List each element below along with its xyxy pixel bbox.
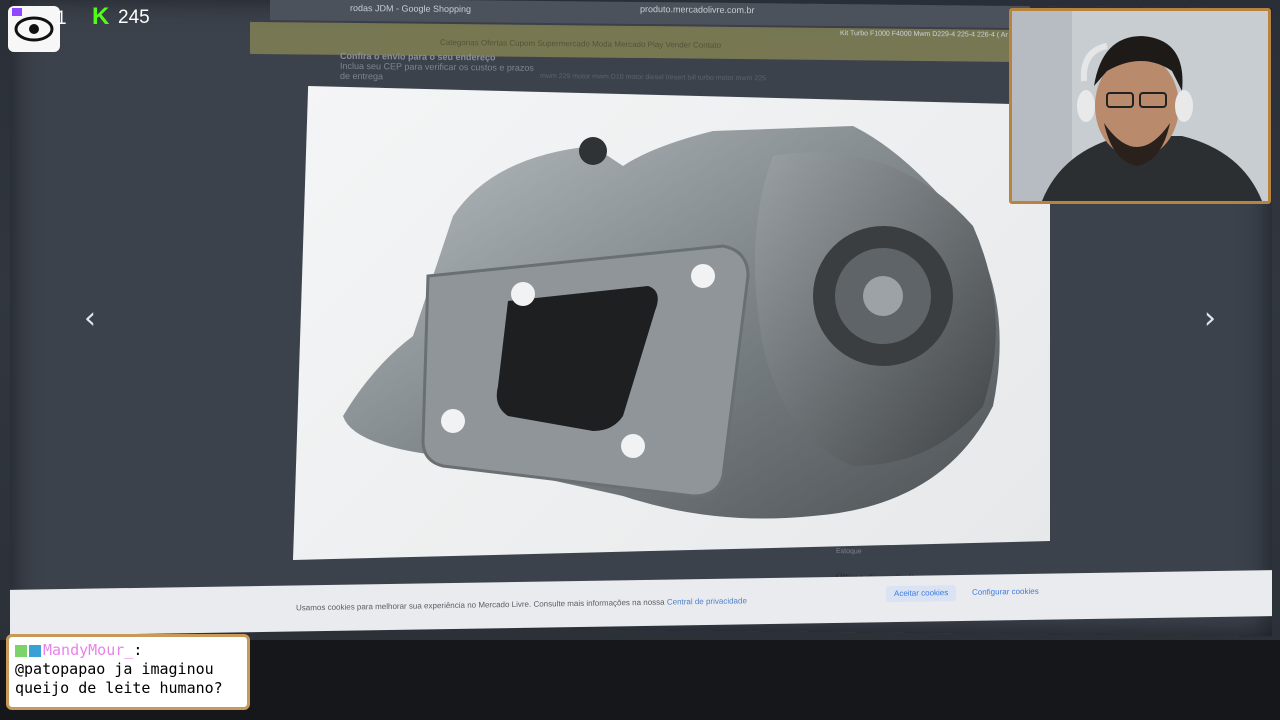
product-image[interactable] <box>293 86 1050 560</box>
turbocharger-image <box>343 126 1000 519</box>
twitch-viewer-count: 1 <box>56 8 67 29</box>
shipping-text: Inclua seu CEP para verificar os custos … <box>340 60 534 82</box>
next-image-button[interactable]: › <box>1190 298 1230 338</box>
chat-separator: : <box>133 641 143 659</box>
product-tags[interactable]: mwm 229 motor mwm D10 motor diesel trese… <box>540 73 766 82</box>
chat-message: MandyMour_: @patopapao ja imaginou queij… <box>6 634 250 710</box>
cookie-text: Usamos cookies para melhorar sua experiê… <box>296 596 747 612</box>
prev-image-button[interactable]: ‹ <box>70 298 110 338</box>
address-bar[interactable]: produto.mercadolivre.com.br <box>640 4 755 15</box>
streamer-avatar <box>1012 11 1268 201</box>
privacy-link[interactable]: Central de privacidade <box>667 596 747 606</box>
chat-username: MandyMour_ <box>43 641 134 659</box>
crown-badge-icon <box>29 644 41 657</box>
configure-cookies-button[interactable]: Configurar cookies <box>964 584 1047 601</box>
chat-text: @patopapao ja imaginou queijo de leite h… <box>15 660 223 697</box>
eye-icon <box>12 8 54 42</box>
category-menu[interactable]: Categorias Ofertas Cupom Supermercado Mo… <box>440 38 721 50</box>
webcam-feed <box>1009 8 1271 204</box>
chevron-right-icon: › <box>1204 300 1216 336</box>
browser-tab[interactable]: rodas JDM - Google Shopping <box>350 3 471 14</box>
cookie-message: Usamos cookies para melhorar sua experiê… <box>296 597 667 613</box>
chevron-left-icon: ‹ <box>84 300 96 336</box>
kick-icon: K <box>92 3 110 30</box>
kick-viewer-count: 245 <box>118 7 150 28</box>
accept-cookies-button[interactable]: Aceitar cookies <box>886 585 957 603</box>
stock-label: Estoque <box>836 548 862 556</box>
badge-icon <box>15 644 27 657</box>
twitch-eye-logo <box>8 6 60 52</box>
shipping-panel: Confira o envio para o seu endereço Incl… <box>340 51 540 93</box>
